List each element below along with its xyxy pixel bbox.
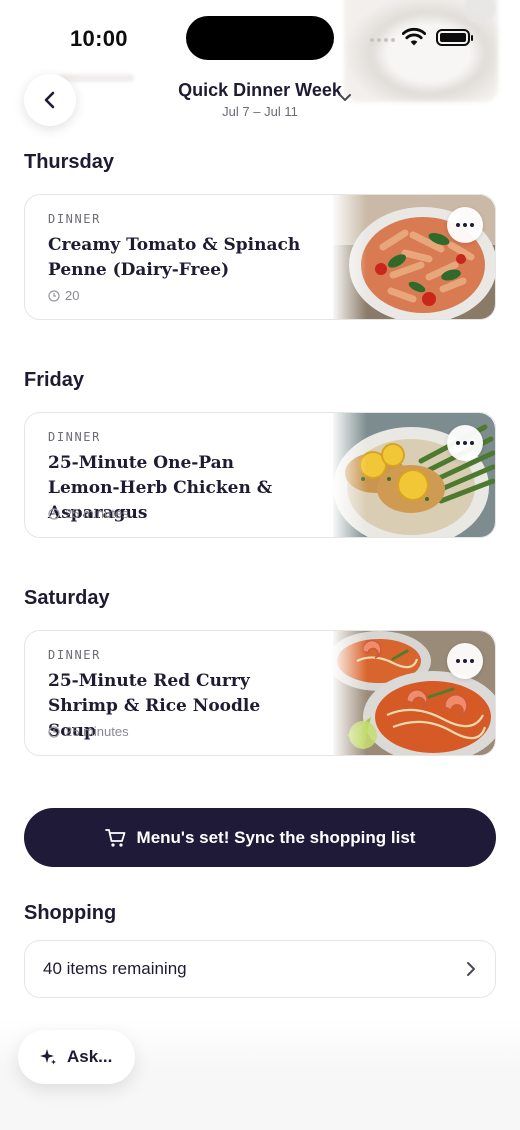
signal-icon — [370, 38, 395, 42]
plan-title[interactable]: Quick Dinner Week — [178, 80, 342, 101]
more-options-button[interactable] — [447, 643, 483, 679]
shopping-heading: Shopping — [24, 902, 117, 924]
meal-type: DINNER — [48, 430, 101, 444]
meal-card[interactable]: DINNER Creamy Tomato & Spinach Penne (Da… — [24, 194, 496, 320]
status-time: 10:00 — [70, 26, 128, 51]
meal-card[interactable]: DINNER 25-Minute Red Curry Shrimp & Rice… — [24, 630, 496, 756]
ask-button-label: Ask... — [67, 1047, 113, 1066]
meal-time-value: 20 — [65, 288, 80, 303]
plan-selector[interactable]: Quick Dinner Week — [0, 80, 520, 101]
more-options-button[interactable] — [447, 425, 483, 461]
meal-title[interactable]: Creamy Tomato & Spinach Penne (Dairy-Fre… — [48, 233, 310, 283]
sparkle-icon — [40, 1049, 56, 1065]
more-options-button[interactable] — [447, 207, 483, 243]
chevron-right-icon — [467, 962, 475, 976]
sync-button-label: Menu's set! Sync the shopping list — [136, 827, 416, 847]
day-heading-saturday: Saturday — [24, 587, 110, 609]
ask-button[interactable]: Ask... — [18, 1030, 135, 1084]
clock-icon — [48, 289, 60, 302]
cart-icon — [104, 828, 125, 847]
battery-icon — [436, 29, 473, 46]
dynamic-island — [186, 16, 334, 60]
shopping-list-row[interactable]: 40 items remaining — [24, 940, 496, 998]
sync-shopping-list-button[interactable]: Menu's set! Sync the shopping list — [24, 808, 496, 867]
meal-time-value: 25 minutes — [65, 506, 129, 521]
wifi-icon — [401, 27, 427, 52]
meal-time: 20 — [48, 288, 79, 303]
meal-type: DINNER — [48, 648, 101, 662]
meal-time: 25 minutes — [48, 724, 129, 739]
meal-time-value: 25 minutes — [65, 724, 129, 739]
meal-time: 25 minutes — [48, 506, 129, 521]
clock-icon — [48, 507, 60, 520]
chevron-down-icon[interactable] — [338, 93, 352, 103]
clock-icon — [48, 725, 60, 738]
day-heading-thursday: Thursday — [24, 151, 115, 173]
meal-card[interactable]: DINNER 25-Minute One-Pan Lemon-Herb Chic… — [24, 412, 496, 538]
plan-date-range: Jul 7 – Jul 11 — [222, 104, 298, 119]
day-heading-friday: Friday — [24, 369, 85, 391]
meal-type: DINNER — [48, 212, 101, 226]
shopping-items-remaining: 40 items remaining — [43, 959, 187, 978]
